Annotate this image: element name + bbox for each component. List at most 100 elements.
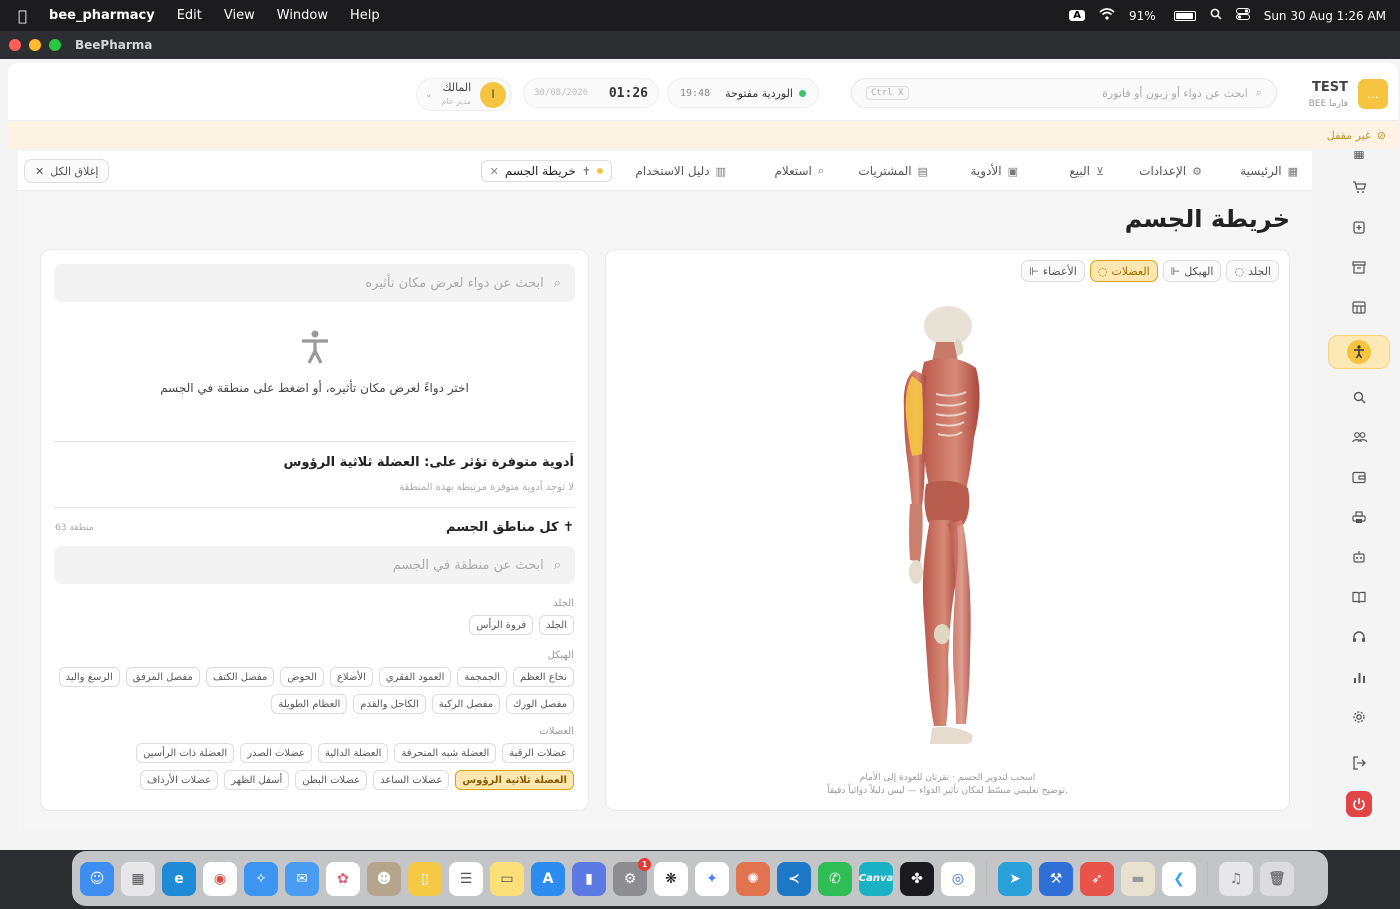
region-chip[interactable]: الجمجمة — [457, 667, 508, 687]
region-chip[interactable]: عضلات الصدر — [240, 743, 312, 763]
chatgpt-icon[interactable]: ❋ — [654, 861, 688, 896]
bee-pharmacy-icon[interactable]: ▬ — [1121, 861, 1155, 896]
menu-view[interactable]: View — [224, 8, 255, 23]
shift-status[interactable]: الوردية مفتوحة 19:48 — [667, 78, 819, 108]
spotlight-icon[interactable] — [1210, 8, 1222, 23]
search-nav-icon[interactable] — [1347, 385, 1371, 409]
davinci-icon[interactable]: ✤ — [900, 861, 934, 896]
region-chip[interactable]: الكاحل والقدم — [353, 694, 426, 714]
whatsapp-icon[interactable]: ✆ — [818, 861, 852, 896]
region-chip[interactable]: العظام الطويلة — [271, 694, 348, 714]
global-search-input[interactable]: ⌕ ابحث عن دواء أو زبون أو فاتورة Ctrl X — [851, 78, 1277, 108]
region-chip[interactable]: عضلات الأرداف — [140, 770, 219, 790]
trash-icon[interactable]: 🗑 — [1260, 861, 1294, 896]
contacts-icon[interactable]: ☻ — [367, 861, 401, 896]
store-icon[interactable] — [1347, 295, 1371, 319]
unlock-banner[interactable]: ⊘ غير مقفل — [8, 121, 1398, 149]
layer-skeleton-button[interactable]: الهيكل ⊩ — [1162, 260, 1222, 282]
chrome-icon[interactable]: ◉ — [203, 861, 237, 896]
close-window-button[interactable] — [9, 39, 21, 51]
power-icon[interactable] — [1346, 791, 1372, 817]
region-search-input[interactable]: ⌕ ابحث عن منطقة في الجسم — [54, 546, 575, 584]
region-chip[interactable]: عضلات الرقبة — [502, 743, 574, 763]
flutter-icon[interactable]: ❮ — [1162, 861, 1196, 896]
cart-icon[interactable] — [1347, 175, 1371, 199]
reminders-icon[interactable]: ☰ — [449, 861, 483, 896]
layer-organs-button[interactable]: الأعضاء ⊩ — [1021, 260, 1085, 282]
quicktime-icon[interactable]: ◎ — [941, 861, 975, 896]
simulator-icon[interactable]: ▮ — [572, 861, 606, 896]
close-all-tabs-button[interactable]: إغلاق الكل ✕ — [24, 159, 110, 183]
rocket-icon[interactable]: ➶ — [1080, 861, 1114, 896]
region-chip[interactable]: فروة الرأس — [469, 615, 534, 635]
tab-sales[interactable]: ⊻ البيع — [1069, 160, 1104, 182]
archive-icon[interactable] — [1347, 255, 1371, 279]
region-chip[interactable]: نخاع العظم — [513, 667, 574, 687]
app-menu[interactable]: bee_pharmacy — [49, 8, 155, 23]
finder-icon[interactable]: ☺ — [80, 861, 114, 896]
menubar-clock[interactable]: Sun 30 Aug 1:26 AM — [1264, 9, 1386, 23]
input-source-icon[interactable]: A — [1069, 10, 1086, 21]
system-settings-icon[interactable]: ⚙ 1 — [613, 857, 651, 896]
layer-muscles-button[interactable]: العضلات ◌ — [1089, 260, 1158, 282]
anatomy-figure[interactable] — [886, 304, 1016, 756]
menu-window[interactable]: Window — [277, 8, 328, 23]
reports-icon[interactable] — [1347, 665, 1371, 689]
region-chip[interactable]: العضلة ذات الرأسين — [136, 743, 235, 763]
region-chip[interactable]: عضلات البطن — [295, 770, 368, 790]
medicine-icon[interactable] — [1347, 215, 1371, 239]
claude-icon[interactable]: ✺ — [736, 861, 770, 896]
region-chip[interactable]: مفصل الركبة — [431, 694, 501, 714]
region-chip[interactable]: مفصل الورك — [506, 694, 574, 714]
tab-medicines[interactable]: ▣ الأدوية — [971, 160, 1019, 182]
xcode-icon[interactable]: ⚒ — [1039, 861, 1073, 896]
battery-icon[interactable] — [1173, 10, 1196, 21]
mail-icon[interactable]: ✉ — [285, 861, 319, 896]
tab-user-guide[interactable]: ▥ دليل الاستخدام — [635, 160, 726, 182]
support-icon[interactable] — [1347, 625, 1371, 649]
region-chip-selected[interactable]: العضلة ثلاثية الرؤوس — [455, 770, 574, 790]
minimize-window-button[interactable] — [29, 39, 41, 51]
region-chip[interactable]: أسفل الظهر — [224, 770, 290, 790]
layer-skin-button[interactable]: الجلد ◌ — [1226, 260, 1279, 282]
region-chip[interactable]: العمود الفقري — [378, 667, 452, 687]
close-tab-icon[interactable]: ✕ — [490, 165, 499, 178]
safari-icon[interactable]: ✧ — [244, 861, 278, 896]
robot-icon[interactable] — [1347, 545, 1371, 569]
launchpad-icon[interactable]: ▦ — [121, 861, 155, 896]
tab-query[interactable]: ⌕ استعلام — [774, 160, 824, 182]
logout-icon[interactable] — [1347, 751, 1371, 775]
brand[interactable]: TEST BEE فارما ... — [1309, 79, 1388, 109]
zoom-window-button[interactable] — [49, 39, 61, 51]
region-chip[interactable]: عضلات الساعد — [373, 770, 450, 790]
music-doc-icon[interactable]: ♫ — [1219, 861, 1253, 896]
region-chip[interactable]: الرسغ واليد — [58, 667, 120, 687]
region-chip[interactable]: مفصل المرفق — [125, 667, 200, 687]
wifi-icon[interactable] — [1099, 8, 1115, 23]
dashboard-icon[interactable]: ▦ — [1347, 151, 1371, 159]
photos-icon[interactable]: ✿ — [326, 861, 360, 896]
stickies-icon[interactable]: ▭ — [490, 861, 524, 896]
canva-icon[interactable]: Canva — [859, 861, 893, 896]
edge-icon[interactable]: e — [162, 861, 196, 896]
region-chip[interactable]: الأضلاع — [329, 667, 373, 687]
gemini-icon[interactable]: ✦ — [695, 861, 729, 896]
drug-search-input[interactable]: ⌕ ابحث عن دواء لعرض مكان تأثيره — [54, 264, 575, 302]
vscode-icon[interactable]: ≺ — [777, 861, 811, 896]
region-chip[interactable]: العضلة شبه المنحرفة — [394, 743, 497, 763]
menu-help[interactable]: Help — [350, 8, 380, 23]
body-viewer[interactable]: الجلد ◌ الهيكل ⊩ العضلات ◌ الأعضاء ⊩ اسح… — [605, 249, 1290, 811]
tab-settings[interactable]: ⚙ الإعدادات — [1139, 160, 1202, 182]
tab-home[interactable]: ▦ الرئيسية — [1240, 160, 1298, 182]
app-store-icon[interactable]: A — [531, 861, 565, 896]
wallet-icon[interactable] — [1347, 465, 1371, 489]
menu-edit[interactable]: Edit — [177, 8, 202, 23]
region-chip[interactable]: مفصل الكتف — [205, 667, 275, 687]
settings-gear-icon[interactable] — [1347, 705, 1371, 729]
tab-purchases[interactable]: ▤ المشتريات — [858, 160, 928, 182]
tab-body-map[interactable]: ✝ خريطة الجسم ✕ — [480, 160, 612, 182]
notes-app-icon[interactable]: ▯ — [408, 861, 442, 896]
control-center-icon[interactable] — [1235, 8, 1250, 23]
printer-icon[interactable] — [1347, 505, 1371, 529]
telegram-icon[interactable]: ➤ — [998, 861, 1032, 896]
